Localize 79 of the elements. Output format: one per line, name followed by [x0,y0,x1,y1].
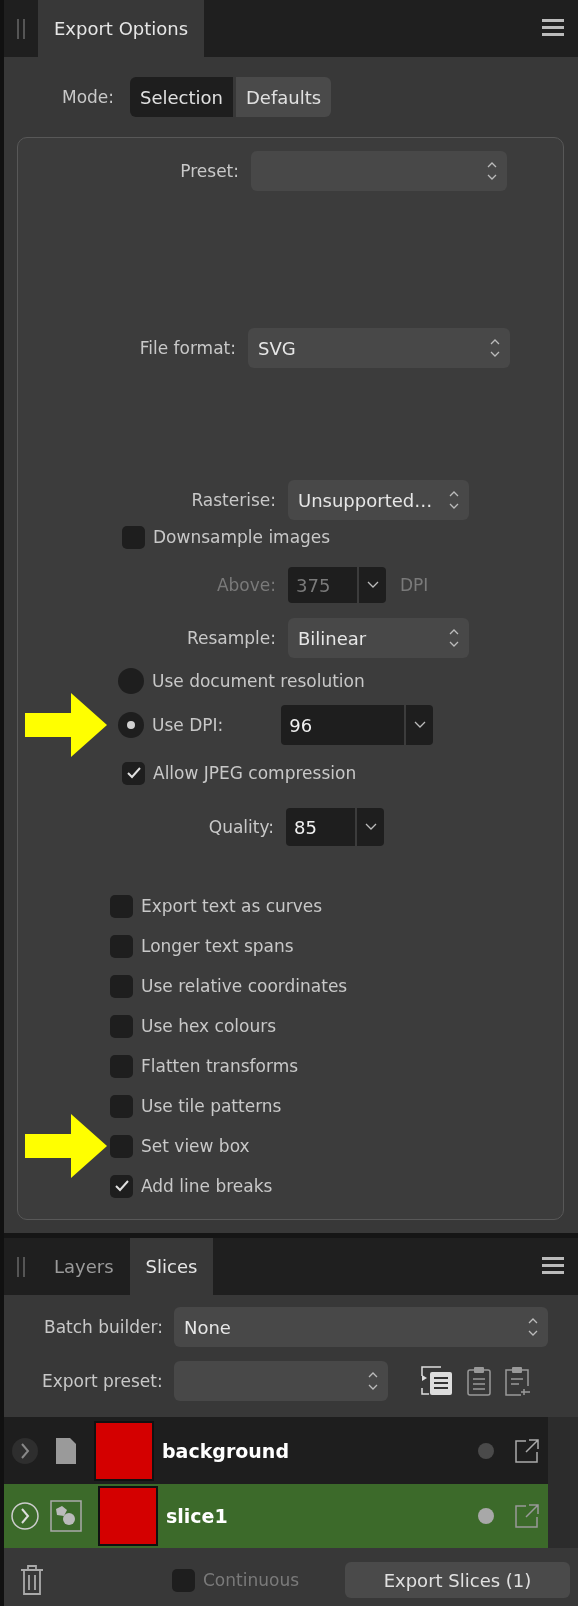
label: Quality: [208,817,274,837]
grip-icon[interactable] [16,19,26,39]
checkbox[interactable] [110,934,133,958]
slice-name: background [162,1439,290,1462]
label: Longer text spans [141,936,294,956]
checkbox[interactable] [110,1014,133,1038]
label: Flatten transforms [141,1056,299,1076]
caret-icon [413,721,426,729]
status-dot [478,1442,494,1459]
caret-icon [364,823,377,831]
status-dot [478,1508,494,1524]
trash-icon[interactable] [20,1564,44,1596]
checkbox[interactable] [110,974,133,998]
thumbnail [98,1486,158,1546]
export-slices-button[interactable]: Export Slices (1) [345,1562,570,1598]
batch-builder-dropdown[interactable]: None [173,1307,548,1347]
check-icon [126,767,141,779]
clipboard-add-icon[interactable] [504,1366,531,1396]
slice-icon [50,1500,82,1532]
slice-name: slice1 [166,1505,229,1527]
label: Export text as curves [141,896,323,916]
label: File format: [139,338,236,358]
thumbnail [94,1420,154,1481]
label: Batch builder: [44,1317,163,1337]
radio-button[interactable] [118,668,144,694]
checkbox[interactable] [110,1094,133,1118]
label: Use relative coordinates [141,976,348,996]
label: Allow JPEG compression [153,763,357,783]
stepper-icon [449,489,459,511]
stepper-icon [367,1370,378,1392]
checkbox[interactable] [110,894,133,918]
label: Resample: [186,628,276,648]
label: Export preset: [42,1371,163,1391]
expand-icon[interactable] [10,1435,40,1466]
stepper-icon [487,160,497,182]
panel-tab[interactable]: Export Options [38,0,205,57]
mode-button[interactable]: Defaults [236,77,332,117]
slice-row[interactable]: background [4,1417,548,1484]
label: DPI [400,575,429,595]
label: Add line breaks [141,1176,273,1196]
label: Preset: [180,161,239,181]
export-icon[interactable] [514,1437,540,1464]
stepper-icon [527,1316,538,1338]
label: Rasterise: [191,490,276,510]
stepper-icon [449,627,459,649]
menu-icon[interactable] [542,1256,564,1276]
caret-icon [366,581,379,589]
clipboard-icon[interactable] [466,1366,491,1396]
continuous-label: Continuous [203,1570,299,1590]
file-format-dropdown[interactable]: SVG [248,328,510,368]
label: Use document resolution [152,671,365,691]
checkbox[interactable] [110,1134,133,1158]
checkbox[interactable] [110,1054,133,1078]
resample-dropdown[interactable]: Bilinear [288,618,469,658]
scrollbar-track[interactable] [548,1417,578,1548]
stepper-icon [490,337,500,359]
label: Above: [216,575,276,595]
panel-tab[interactable]: Layers [38,1238,130,1295]
grip-icon[interactable] [16,1257,26,1277]
rasterise-dropdown[interactable]: Unsupported… [288,480,469,520]
list-insert-icon[interactable] [420,1366,453,1396]
mode-button[interactable]: Selection [130,77,233,117]
menu-icon[interactable] [542,18,564,38]
label: Mode: [62,87,115,107]
slice-row[interactable]: slice1 [4,1484,548,1548]
label: Use DPI: [152,715,224,735]
label: Downsample images [153,527,331,547]
checkbox[interactable] [172,1568,195,1592]
checkbox[interactable] [122,761,145,785]
checkbox[interactable] [122,525,145,549]
checkbox[interactable] [110,1174,133,1198]
panel-tab[interactable]: Slices [129,1238,214,1295]
check-icon [114,1180,129,1192]
radio-button[interactable] [118,712,144,738]
document-icon [54,1435,78,1466]
label: Use hex colours [141,1016,277,1036]
expand-icon[interactable] [10,1501,40,1531]
label: Set view box [141,1136,250,1156]
label: Use tile patterns [141,1096,282,1116]
